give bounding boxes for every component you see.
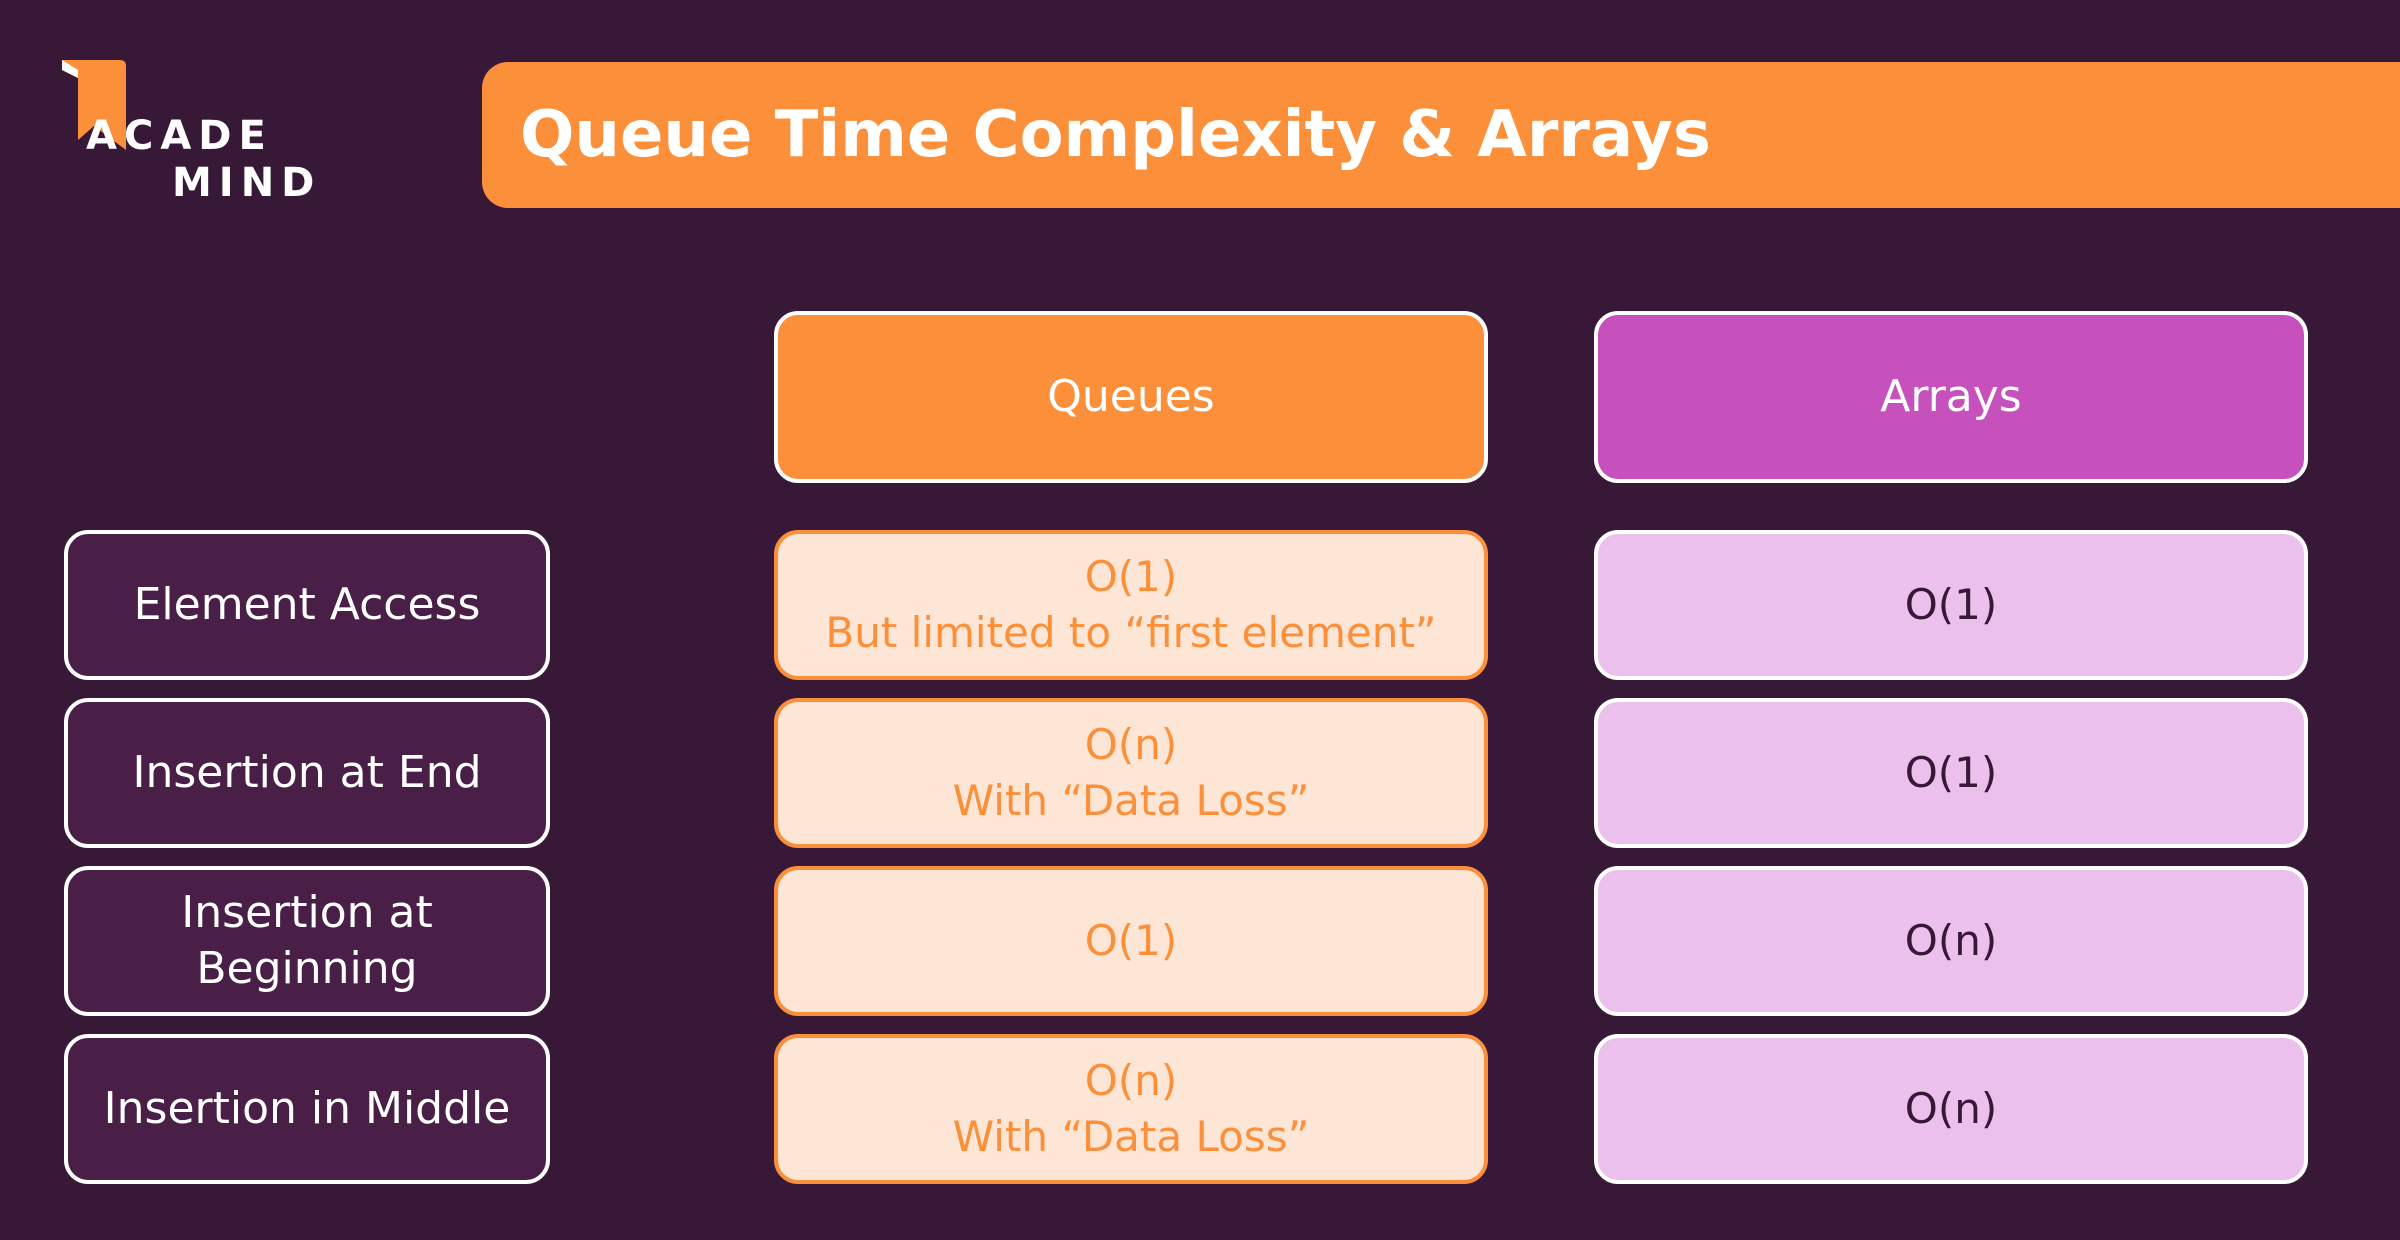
complexity-value: O(1): [1084, 916, 1178, 965]
row-label-insertion-at-end: Insertion at End: [64, 698, 550, 848]
logo-text-acade: ACADE: [86, 113, 273, 159]
array-cell-insertion-in-middle: O(n): [1594, 1034, 2308, 1184]
column-header-queues: Queues: [774, 311, 1488, 483]
row-label-text: Element Access: [133, 579, 481, 630]
row-label-insertion-at-beginning: Insertion at Beginning: [64, 866, 550, 1016]
row-label-text: Beginning: [196, 943, 418, 994]
queue-cell-insertion-at-beginning: O(1): [774, 866, 1488, 1016]
complexity-value: O(1): [1084, 552, 1178, 601]
column-header-queues-label: Queues: [1047, 371, 1215, 422]
row-label-text: Insertion in Middle: [103, 1083, 511, 1134]
complexity-value: O(n): [1084, 720, 1178, 769]
complexity-value: O(1): [1904, 748, 1998, 797]
logo-text-mind: MIND: [172, 160, 322, 206]
queue-cell-element-access: O(1) But limited to “first element”: [774, 530, 1488, 680]
column-header-arrays-label: Arrays: [1880, 371, 2022, 422]
column-header-arrays: Arrays: [1594, 311, 2308, 483]
complexity-value: O(n): [1904, 916, 1998, 965]
academind-logo: ACADE MIND: [58, 60, 314, 210]
array-cell-element-access: O(1): [1594, 530, 2308, 680]
complexity-value: O(n): [1904, 1084, 1998, 1133]
row-label-text: Insertion at End: [132, 747, 482, 798]
complexity-note: With “Data Loss”: [952, 776, 1310, 825]
queue-cell-insertion-at-end: O(n) With “Data Loss”: [774, 698, 1488, 848]
title-bar: Queue Time Complexity & Arrays: [482, 62, 2400, 208]
array-cell-insertion-at-beginning: O(n): [1594, 866, 2308, 1016]
array-cell-insertion-at-end: O(1): [1594, 698, 2308, 848]
complexity-value: O(1): [1904, 580, 1998, 629]
row-label-element-access: Element Access: [64, 530, 550, 680]
complexity-note: But limited to “first element”: [825, 608, 1437, 657]
complexity-value: O(n): [1084, 1056, 1178, 1105]
complexity-note: With “Data Loss”: [952, 1112, 1310, 1161]
page-title: Queue Time Complexity & Arrays: [520, 98, 1711, 172]
queue-cell-insertion-in-middle: O(n) With “Data Loss”: [774, 1034, 1488, 1184]
row-label-text: Insertion at: [181, 887, 433, 938]
row-label-insertion-in-middle: Insertion in Middle: [64, 1034, 550, 1184]
